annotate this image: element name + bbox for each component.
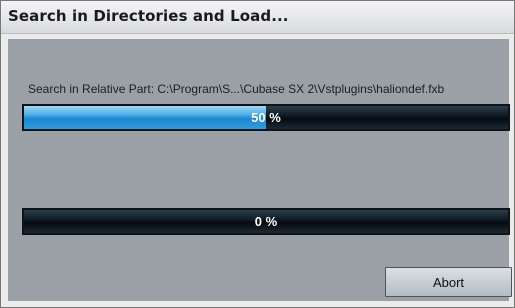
overall-progress-bar: 0 %	[22, 208, 510, 235]
abort-button[interactable]: Abort	[385, 267, 512, 297]
file-progress-bar: 50 %	[22, 104, 510, 131]
dialog-content-area	[8, 39, 509, 301]
window-title: Search in Directories and Load...	[8, 7, 289, 25]
overall-progress-percent: 0 %	[254, 214, 278, 229]
search-load-dialog: Search in Directories and Load... Search…	[0, 0, 515, 308]
search-path-label: Search in Relative Part: C:\Program\S...…	[28, 82, 445, 96]
title-bar[interactable]: Search in Directories and Load...	[1, 1, 514, 34]
file-progress-percent: 50 %	[251, 110, 281, 125]
